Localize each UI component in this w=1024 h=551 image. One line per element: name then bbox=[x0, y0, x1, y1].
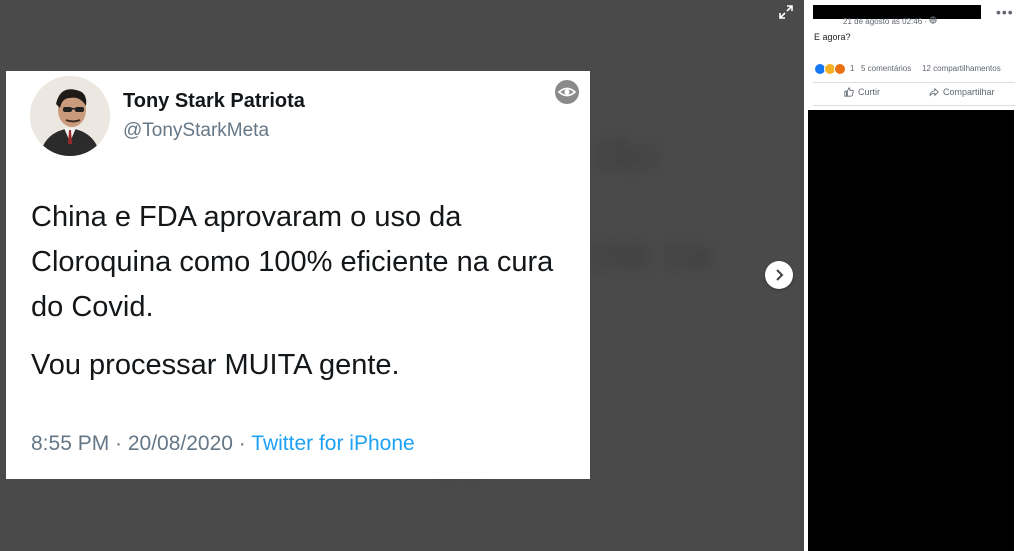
post-date[interactable]: 21 de agosto às 02:46 · bbox=[843, 16, 937, 26]
redacted-comments-area bbox=[808, 110, 1014, 551]
photo-viewer: a tão nte na · · Tony Stark Patriota @To… bbox=[0, 0, 804, 551]
tweet-text-line: China e FDA aprovaram o uso da Cloroquin… bbox=[31, 201, 554, 323]
avatar bbox=[30, 76, 110, 156]
like-button[interactable]: Curtir bbox=[844, 87, 880, 97]
share-label: Compartilhar bbox=[943, 87, 995, 97]
blurred-background-text: nte na bbox=[590, 230, 713, 279]
post-text: E agora? bbox=[814, 32, 851, 42]
tweet-author-handle: @TonyStarkMeta bbox=[123, 120, 270, 141]
expand-icon[interactable] bbox=[776, 4, 796, 22]
next-photo-button[interactable] bbox=[765, 261, 793, 289]
like-label: Curtir bbox=[858, 87, 880, 97]
tweet-author-name: Tony Stark Patriota bbox=[123, 90, 305, 112]
tweet-text: China e FDA aprovaram o uso da Cloroquin… bbox=[31, 195, 576, 388]
tweet-source: Twitter for iPhone bbox=[251, 432, 415, 455]
wow-reaction-icon bbox=[834, 63, 846, 75]
reaction-count[interactable]: 1 bbox=[850, 64, 854, 73]
tweet-meta: 8:55 PM · 20/08/2020 · Twitter for iPhon… bbox=[31, 432, 415, 456]
more-options-icon[interactable]: ••• bbox=[996, 4, 1014, 20]
share-arrow-icon bbox=[929, 87, 939, 97]
tweet-text-line: Vou processar MUITA gente. bbox=[31, 349, 400, 381]
divider bbox=[813, 105, 1015, 106]
thumbs-up-icon bbox=[844, 87, 854, 97]
chevron-right-icon bbox=[776, 269, 784, 281]
comments-count[interactable]: 5 comentários bbox=[861, 64, 911, 73]
divider bbox=[813, 82, 1015, 83]
globe-icon bbox=[929, 16, 937, 24]
post-date-text: 21 de agosto às 02:46 · bbox=[843, 17, 930, 26]
reactions-summary[interactable] bbox=[814, 63, 846, 75]
tweet-timestamp: 8:55 PM · 20/08/2020 · bbox=[31, 432, 246, 455]
share-button[interactable]: Compartilhar bbox=[929, 87, 995, 97]
eye-icon bbox=[555, 80, 579, 104]
shares-count[interactable]: 12 compartilhamentos bbox=[922, 64, 1001, 73]
